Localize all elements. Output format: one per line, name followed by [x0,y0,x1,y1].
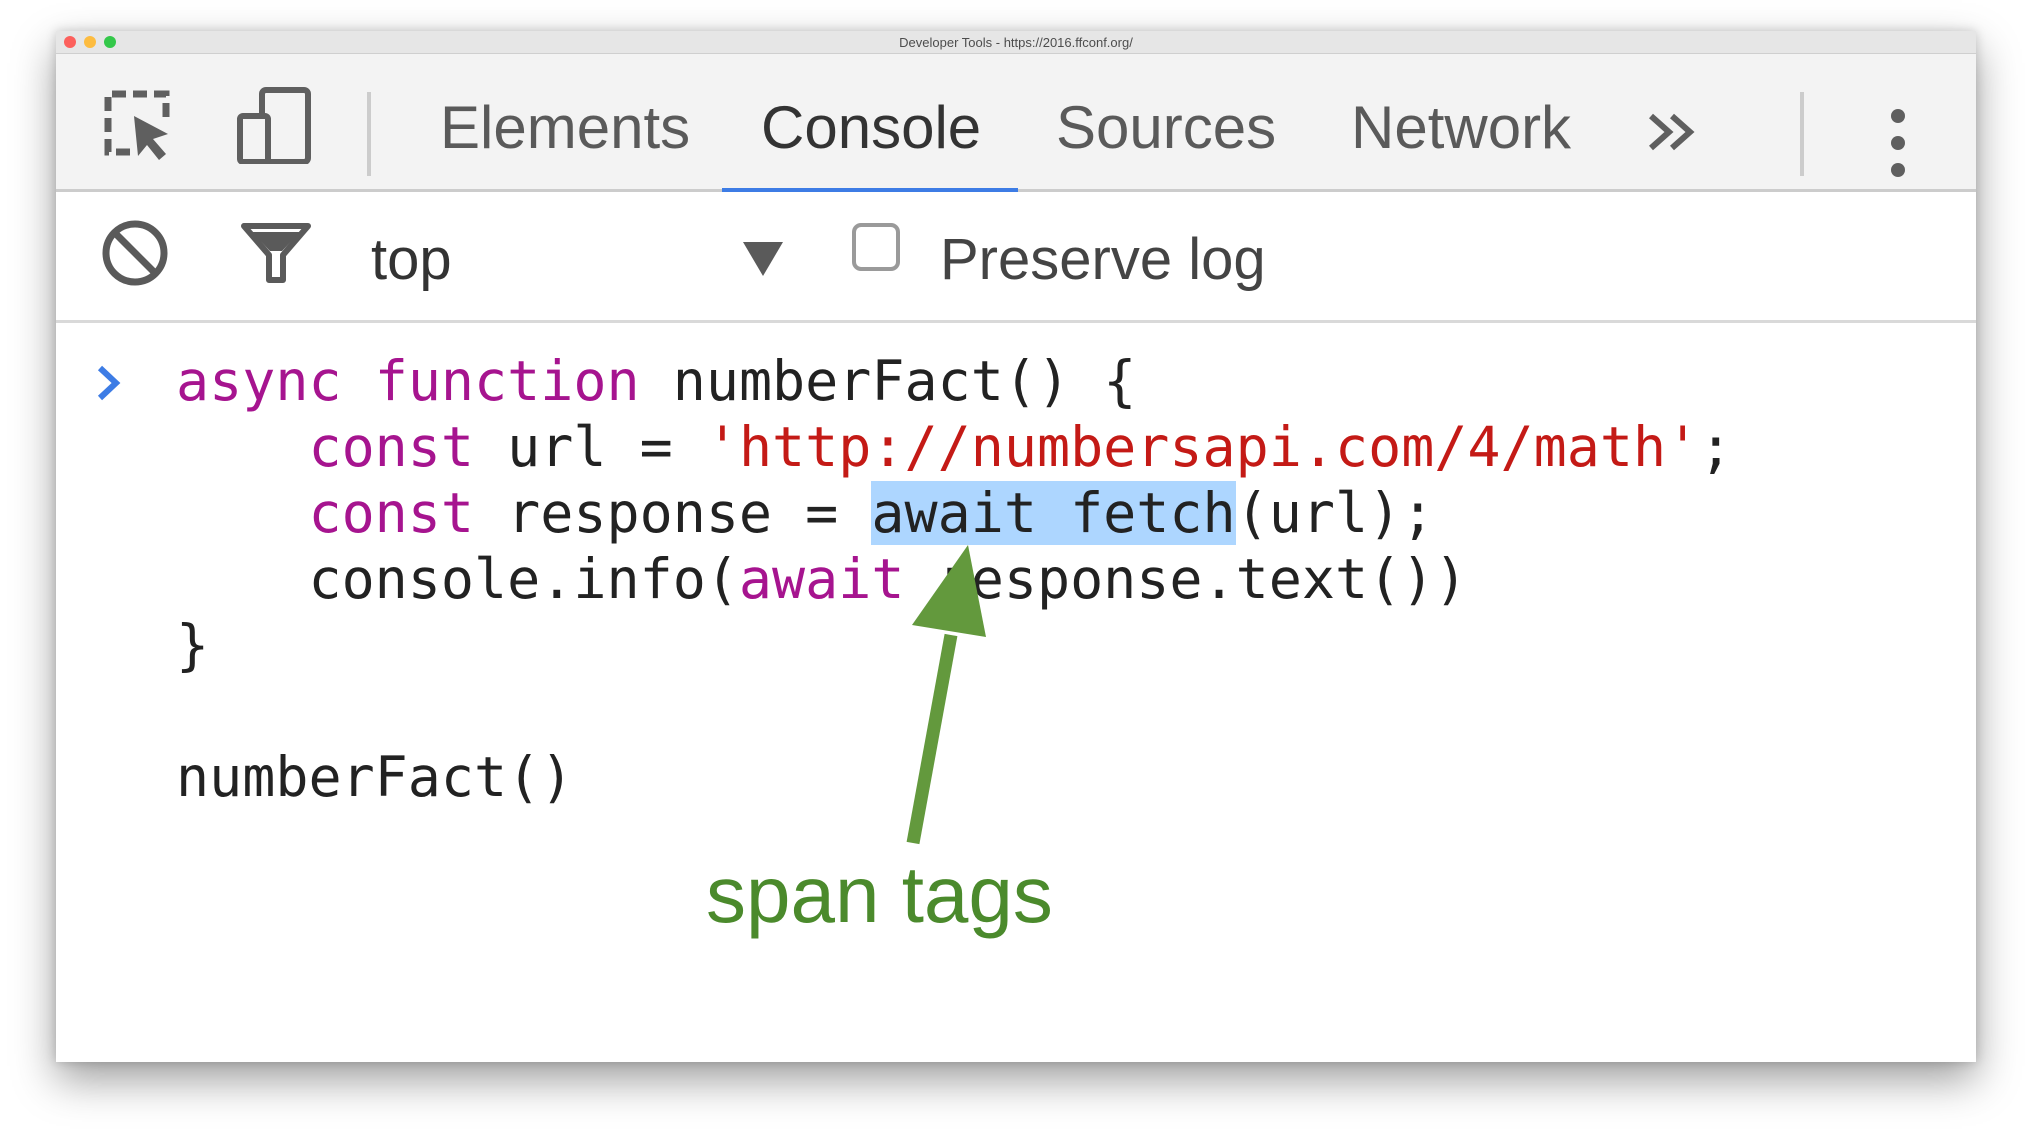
console-toolbar: top Preserve log [56,192,1976,323]
tab-network[interactable]: Network [1351,88,1571,168]
code-line-2: const url = 'http://numbersapi.com/4/mat… [308,415,1733,479]
toolbar-divider-right [1800,92,1804,176]
selected-text: await fetch [871,481,1236,545]
code-line-5: } [176,613,210,677]
keyword-const: const [308,481,475,545]
code-line-1: async function numberFact() { [176,349,1137,413]
keyword-async: async [176,349,342,413]
console-output[interactable]: async function numberFact() { const url … [56,323,1976,1062]
annotation-arrow-icon [846,545,986,850]
code-line-4: console.info(await response.text()) [308,547,1468,611]
context-selector[interactable]: top [371,220,452,300]
prompt-chevron-icon [94,363,124,408]
filter-icon[interactable] [240,220,312,291]
title-bar: Developer Tools - https://2016.ffconf.or… [56,31,1976,54]
string-literal: 'http://numbersapi.com/4/math' [705,415,1700,479]
keyword-function: function [374,349,640,413]
clear-console-icon[interactable] [100,218,170,293]
code-line-7: numberFact() [176,745,574,809]
vertical-dots-icon[interactable] [1888,108,1908,183]
double-chevron-right-icon[interactable] [1646,112,1698,157]
tab-elements[interactable]: Elements [440,88,690,168]
annotation-label: span tags [706,850,1053,939]
inspect-element-icon[interactable] [100,86,178,164]
toolbar-divider [367,92,371,176]
preserve-log-label: Preserve log [940,227,1266,292]
keyword-const: const [308,415,475,479]
dropdown-arrow-icon[interactable] [741,240,785,283]
code-line-3: const response = await fetch(url); [308,481,1435,545]
tab-sources[interactable]: Sources [1056,88,1276,168]
tab-console[interactable]: Console [761,88,981,168]
window-title: Developer Tools - https://2016.ffconf.or… [899,35,1133,50]
devtools-tab-bar: Elements Console Sources Network [56,54,1976,192]
device-toolbar-icon[interactable] [236,86,314,165]
preserve-log-checkbox[interactable] [852,223,900,271]
devtools-window: Developer Tools - https://2016.ffconf.or… [56,31,1976,1062]
